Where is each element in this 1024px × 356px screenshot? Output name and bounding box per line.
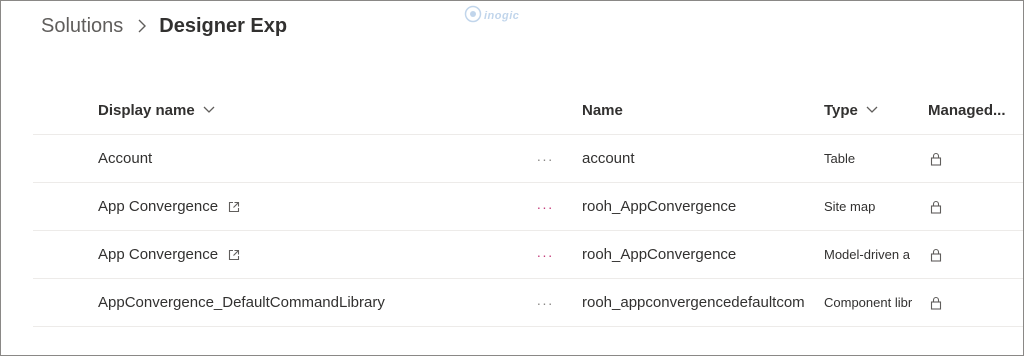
open-external-icon[interactable] xyxy=(228,201,240,213)
watermark-text: inogic xyxy=(484,10,520,22)
table-row[interactable]: AppConvergence_DefaultCommandLibrary ···… xyxy=(33,279,1023,327)
more-actions-button[interactable]: ··· xyxy=(533,279,557,326)
display-name-link[interactable]: Account xyxy=(98,150,152,167)
type-cell: Component libr xyxy=(824,295,913,310)
column-header-label: Display name xyxy=(98,101,195,119)
managed-cell xyxy=(928,183,1023,230)
more-actions-button[interactable]: ··· xyxy=(533,135,557,182)
managed-cell xyxy=(928,135,1023,182)
column-header-label: Type xyxy=(824,101,858,119)
more-icon: ··· xyxy=(536,198,554,215)
lock-icon xyxy=(930,152,942,166)
managed-cell xyxy=(928,279,1023,326)
app-frame: Solutions Designer Exp inogic Display na… xyxy=(0,0,1024,356)
more-actions-button[interactable]: ··· xyxy=(533,231,557,278)
lock-icon xyxy=(930,200,942,214)
open-external-icon[interactable] xyxy=(228,249,240,261)
more-icon: ··· xyxy=(536,246,554,263)
breadcrumb: Solutions Designer Exp xyxy=(41,11,287,41)
more-icon: ··· xyxy=(536,150,554,167)
type-cell: Site map xyxy=(824,199,876,214)
name-cell: account xyxy=(582,150,635,167)
more-icon: ··· xyxy=(536,294,554,311)
column-header-type[interactable]: Type xyxy=(824,86,914,134)
more-actions-button[interactable]: ··· xyxy=(533,183,557,230)
table-row[interactable]: App Convergence ··· rooh_AppConvergence … xyxy=(33,231,1023,279)
table-row[interactable]: App Convergence ··· rooh_AppConvergence … xyxy=(33,183,1023,231)
display-name-link[interactable]: App Convergence xyxy=(98,198,218,215)
display-name-cell: Account xyxy=(98,135,528,182)
lock-icon xyxy=(930,248,942,262)
display-name-cell: AppConvergence_DefaultCommandLibrary xyxy=(98,279,528,326)
grid-header: Display name Name Type Managed... xyxy=(33,86,1023,135)
chevron-right-icon xyxy=(137,18,147,34)
watermark-logo: inogic xyxy=(464,3,536,25)
breadcrumb-current: Designer Exp xyxy=(159,14,288,37)
chevron-down-icon xyxy=(203,106,215,114)
column-header-label: Name xyxy=(582,101,623,119)
column-header-label: Managed... xyxy=(928,101,1006,119)
table-row[interactable]: Account ··· account Table xyxy=(33,135,1023,183)
managed-cell xyxy=(928,231,1023,278)
column-header-managed[interactable]: Managed... xyxy=(928,86,1023,134)
display-name-cell: App Convergence xyxy=(98,231,528,278)
chevron-down-icon xyxy=(866,106,878,114)
display-name-cell: App Convergence xyxy=(98,183,528,230)
column-header-display-name[interactable]: Display name xyxy=(98,86,528,134)
display-name-link[interactable]: AppConvergence_DefaultCommandLibrary xyxy=(98,294,385,311)
breadcrumb-solutions-link[interactable]: Solutions xyxy=(41,15,123,38)
lock-icon xyxy=(930,296,942,310)
type-cell: Model-driven a xyxy=(824,247,910,262)
column-header-name[interactable]: Name xyxy=(582,86,811,134)
name-cell: rooh_AppConvergence xyxy=(582,246,737,263)
solution-components-grid: Display name Name Type Managed... Accoun… xyxy=(33,86,1023,327)
display-name-link[interactable]: App Convergence xyxy=(98,246,218,263)
name-cell: rooh_AppConvergence xyxy=(582,198,737,215)
name-cell: rooh_appconvergencedefaultcom xyxy=(582,294,805,311)
type-cell: Table xyxy=(824,151,856,166)
